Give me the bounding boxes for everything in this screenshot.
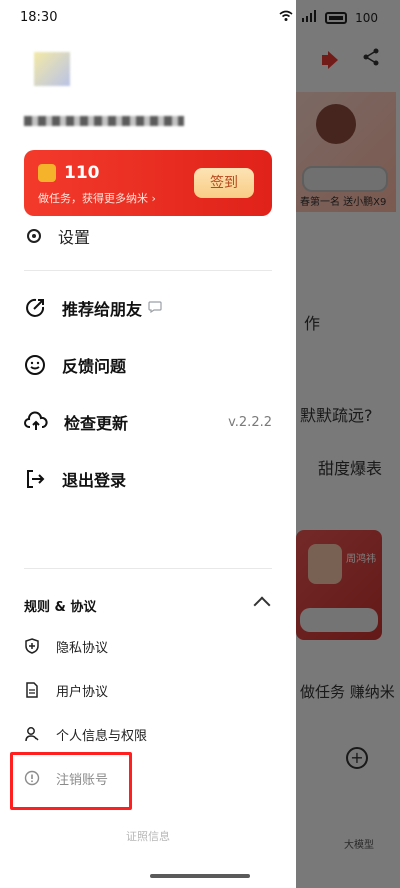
chat-bubble-icon (148, 300, 162, 316)
shield-plus-icon (24, 638, 40, 654)
menu-item-label: 反馈问题 (62, 357, 127, 376)
rule-item-user-agreement[interactable]: 用户协议 (24, 676, 264, 704)
battery-percentage: 100 (355, 10, 378, 25)
points-value: 110 (64, 163, 100, 183)
rule-item-label: 用户协议 (56, 684, 109, 700)
menu-item-label: 推荐给朋友 (62, 300, 143, 319)
nickname-blurred (24, 116, 184, 126)
highlight-box (10, 752, 132, 810)
status-time: 18:30 (20, 10, 58, 25)
menu-item-feedback[interactable]: 反馈问题 (24, 347, 272, 383)
signal-icon (301, 10, 317, 25)
menu-item-label: 退出登录 (62, 471, 127, 490)
menu-item-label: 设置 (58, 228, 91, 247)
certificate-info-link[interactable]: 证照信息 (0, 828, 296, 844)
divider (24, 270, 272, 271)
menu-item-logout[interactable]: 退出登录 (24, 461, 272, 497)
points-subtitle[interactable]: 做任务，获得更多纳米 › (38, 190, 156, 206)
status-icons: 100 (279, 10, 378, 25)
logout-icon (24, 468, 46, 490)
menu-item-recommend[interactable]: 推荐给朋友 (24, 290, 272, 326)
menu-item-label: 检查更新 (64, 414, 129, 433)
signin-button[interactable]: 签到 (194, 168, 254, 198)
menu-item-check-update[interactable]: 检查更新 v.2.2.2 (24, 404, 272, 440)
nano-coin-icon (38, 164, 56, 182)
share-arrow-icon (24, 297, 46, 319)
home-indicator (150, 874, 250, 878)
rule-item-personal-info[interactable]: 个人信息与权限 (24, 720, 264, 748)
avatar[interactable] (34, 52, 70, 86)
document-icon (24, 682, 40, 698)
wifi-icon (279, 10, 293, 25)
rule-item-label: 隐私协议 (56, 640, 109, 656)
points-card[interactable]: 110 做任务，获得更多纳米 › 签到 (24, 150, 272, 216)
rule-item-label: 个人信息与权限 (56, 728, 148, 744)
person-icon (24, 726, 40, 742)
gear-icon (24, 226, 44, 246)
status-bar: 18:30 100 (0, 0, 400, 34)
smile-icon (24, 354, 46, 376)
divider (24, 568, 272, 569)
rules-section-title: 规则 & 协议 (24, 600, 97, 615)
menu-item-settings[interactable]: 设置 (24, 224, 90, 248)
cloud-sync-icon (24, 411, 48, 433)
rule-item-privacy[interactable]: 隐私协议 (24, 632, 264, 660)
chevron-up-icon[interactable] (253, 596, 271, 614)
battery-icon (325, 11, 348, 24)
app-version: v.2.2.2 (228, 414, 272, 430)
